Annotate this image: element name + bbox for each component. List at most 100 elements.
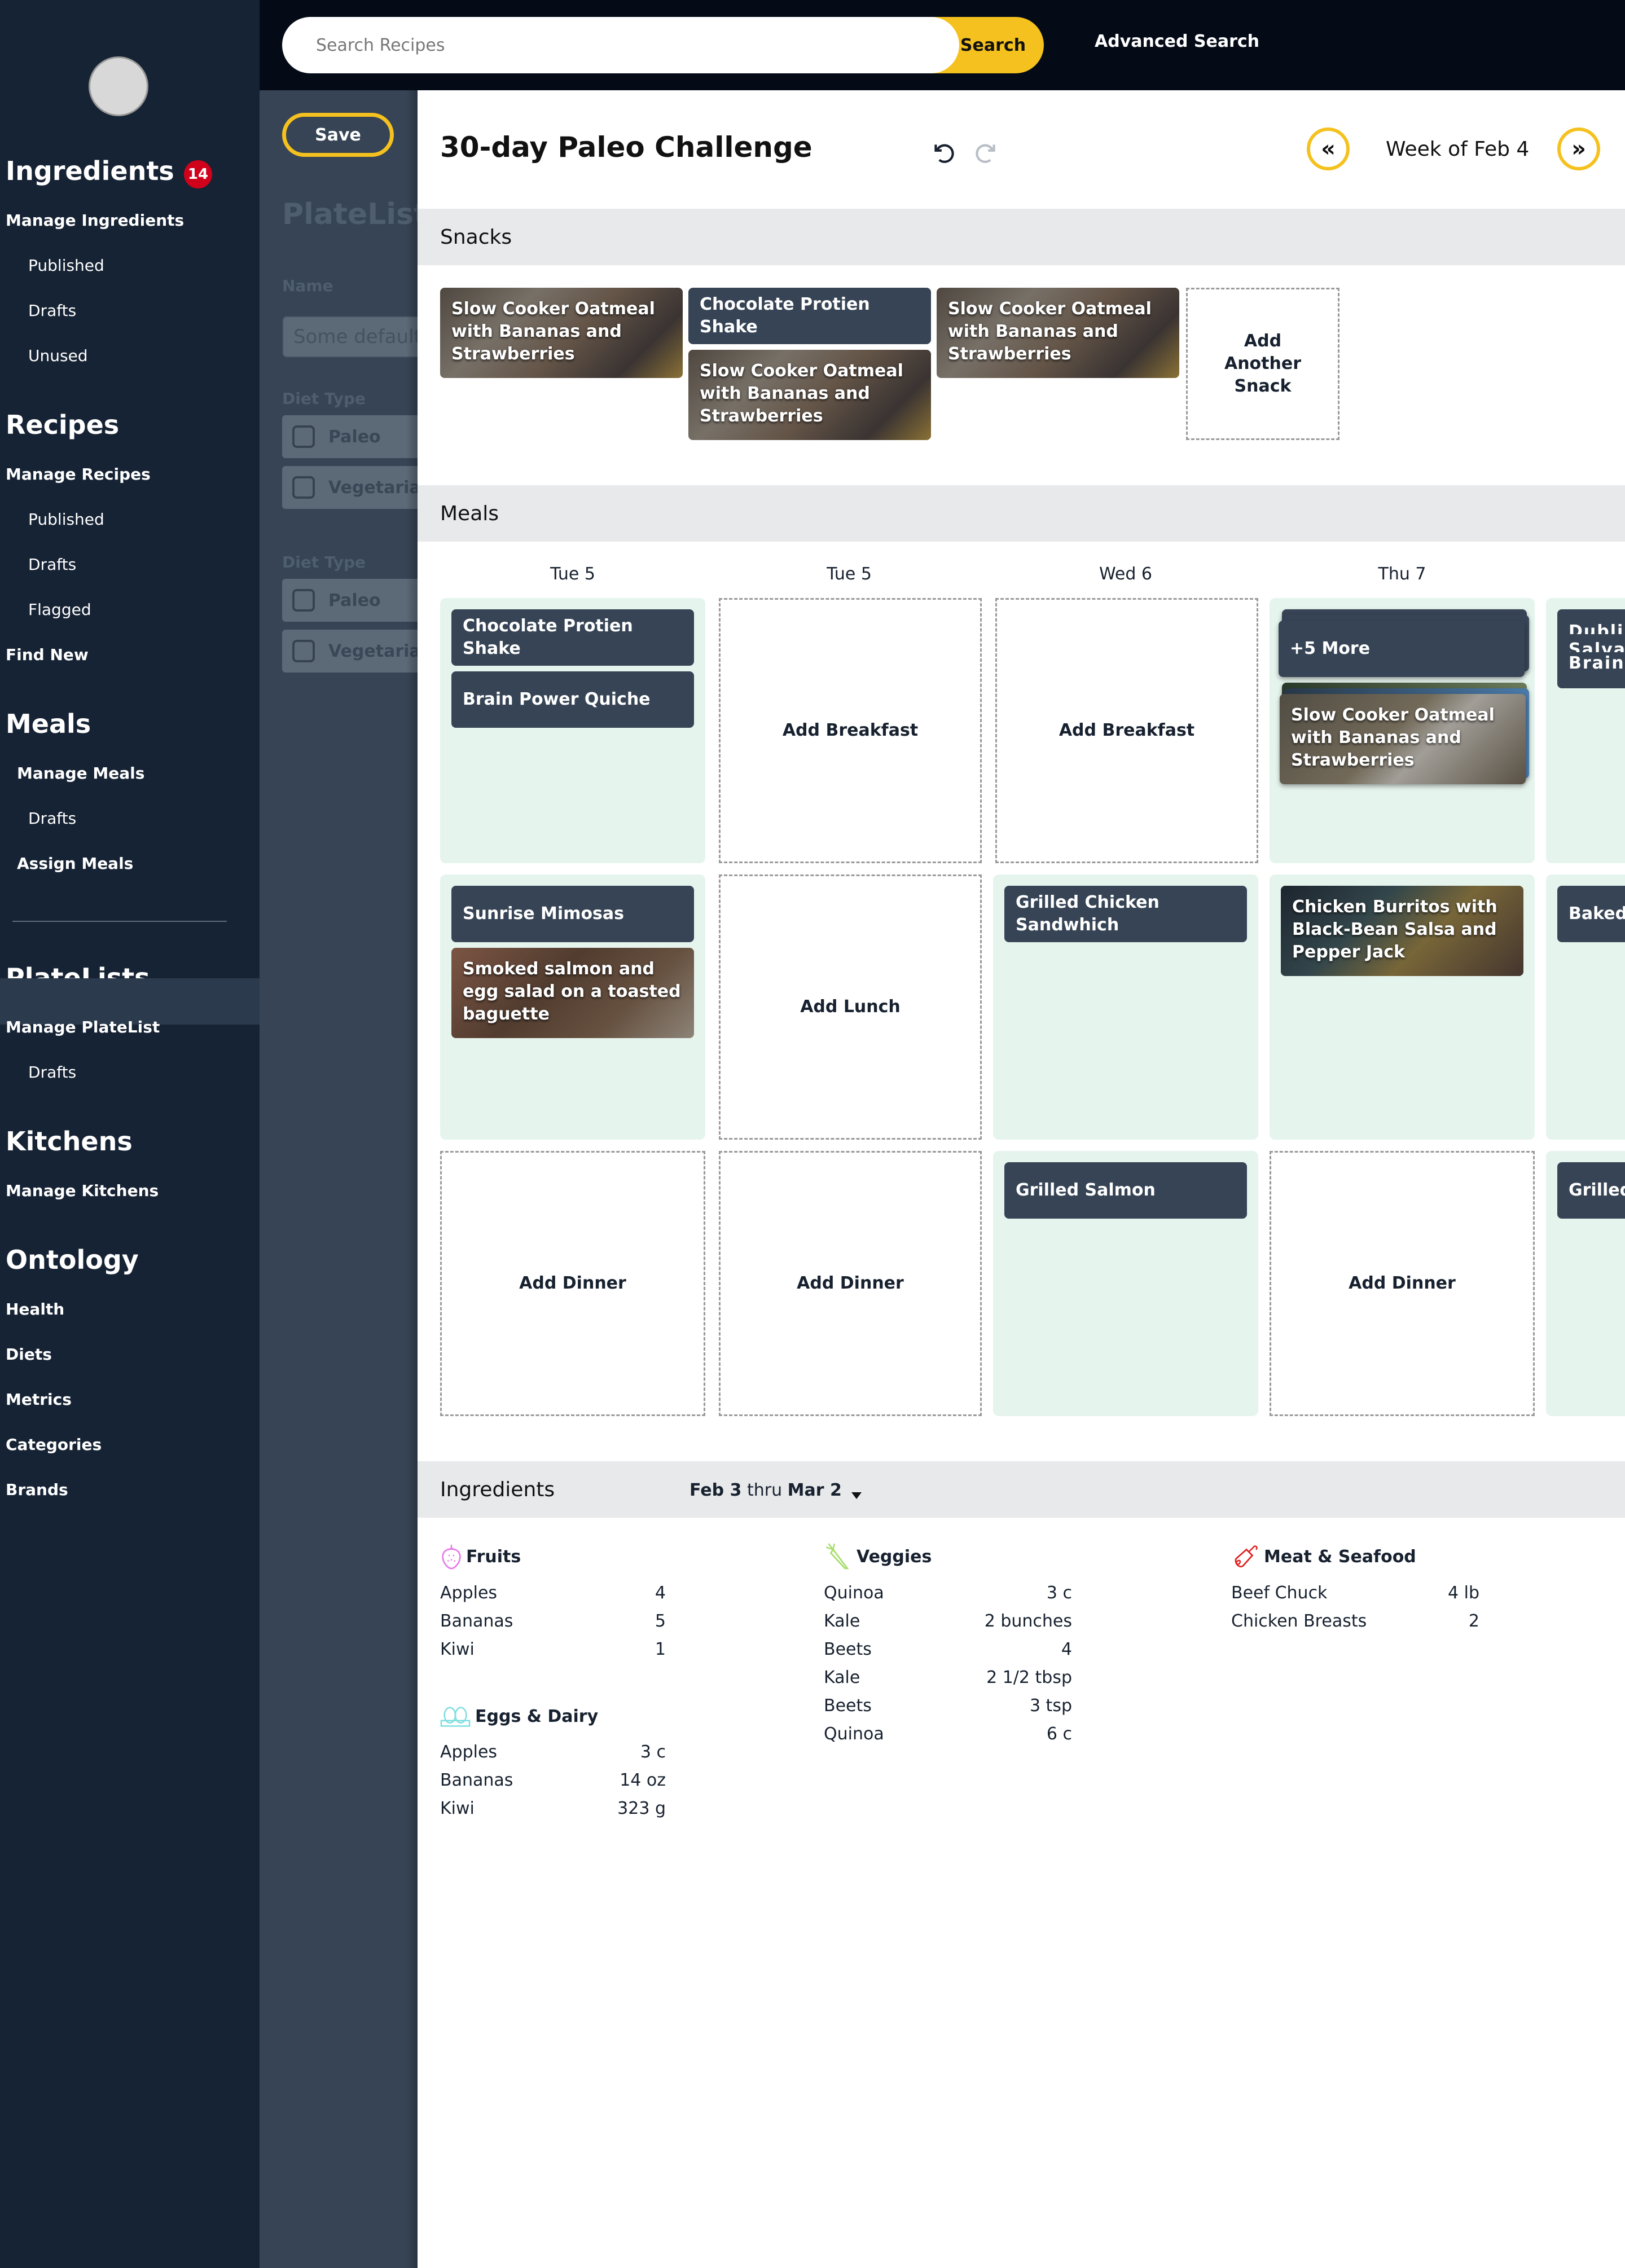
meal-card[interactable]: Dublin Salvador Brain P xyxy=(1557,609,1625,688)
diet-checkbox-paleo[interactable]: Paleo xyxy=(282,415,418,458)
sidebar-item-health[interactable]: Health xyxy=(6,1300,64,1318)
checkbox-icon xyxy=(292,425,315,448)
diet-checkbox-paleo-2[interactable]: Paleo xyxy=(282,579,418,622)
lunch-slot[interactable]: Baked I xyxy=(1546,874,1625,1140)
meal-card[interactable]: Slow Cooker Oatmeal with Bananas and Str… xyxy=(1280,694,1526,784)
meal-card[interactable]: Baked I xyxy=(1557,886,1625,942)
breakfast-slot[interactable]: Dublin Salvador Brain P xyxy=(1546,598,1625,863)
diet-checkbox-vegetarian-2[interactable]: Vegetarian xyxy=(282,630,418,673)
lunch-slot[interactable]: Sunrise Mimosas Smoked salmon and egg sa… xyxy=(440,874,705,1140)
sidebar-item-find-new[interactable]: Find New xyxy=(6,645,89,664)
ingredient-row: Chicken Breasts 2 xyxy=(1231,1611,1479,1631)
lunch-slot[interactable]: Chicken Burritos with Black-Bean Salsa a… xyxy=(1270,874,1535,1140)
sidebar-item-manage-ingredients[interactable]: Manage Ingredients xyxy=(6,211,184,230)
sidebar-item-ingredients-published[interactable]: Published xyxy=(28,256,104,275)
undo-icon[interactable] xyxy=(930,140,958,168)
meal-card[interactable]: Sunrise Mimosas xyxy=(451,886,694,942)
snack-card[interactable]: Slow Cooker Oatmeal with Bananas and Str… xyxy=(440,288,683,378)
add-dinner-button[interactable]: Add Dinner xyxy=(440,1151,705,1416)
diet-checkbox-vegetarian[interactable]: Vegetarian xyxy=(282,466,418,509)
main-content: 30-day Paleo Challenge « Week of Feb 4 »… xyxy=(418,90,1625,2268)
search-input[interactable] xyxy=(282,17,959,73)
more-meals-card[interactable]: +5 More xyxy=(1279,621,1525,677)
dinner-slot[interactable]: Grilled Salmon xyxy=(993,1151,1258,1416)
add-dinner-button[interactable]: Add Dinner xyxy=(1270,1151,1535,1416)
sidebar-item-manage-meals[interactable]: Manage Meals xyxy=(17,764,144,783)
ingredient-row: Kiwi 1 xyxy=(440,1640,666,1659)
snack-card[interactable]: Slow Cooker Oatmeal with Bananas and Str… xyxy=(937,288,1179,378)
sidebar-item-metrics[interactable]: Metrics xyxy=(6,1390,72,1409)
sidebar-item-meals-drafts[interactable]: Drafts xyxy=(28,809,76,828)
sidebar-item-recipes-published[interactable]: Published xyxy=(28,510,104,529)
sidebar-item-categories[interactable]: Categories xyxy=(6,1435,102,1454)
drumstick-icon xyxy=(1235,1545,1258,1568)
meal-card[interactable]: Grilled Chicken Sandwhich xyxy=(1004,886,1247,942)
meals-section-header: Meals xyxy=(418,485,1625,542)
day-header: Tue 5 xyxy=(827,564,872,584)
date-range-dropdown[interactable]: Feb 3 thru Mar 2 xyxy=(689,1480,862,1500)
meal-card[interactable]: Grilled Salmon xyxy=(1004,1162,1247,1219)
sidebar-item-platelist-drafts[interactable]: Drafts xyxy=(28,1063,76,1082)
snacks-section-header: Snacks xyxy=(418,209,1625,265)
sidebar-item-ingredients-unused[interactable]: Unused xyxy=(28,346,88,365)
meal-card[interactable]: Chicken Burritos with Black-Bean Salsa a… xyxy=(1281,886,1523,976)
next-week-button[interactable]: » xyxy=(1557,128,1600,170)
sidebar-heading-recipes[interactable]: Recipes xyxy=(6,410,119,440)
add-breakfast-button[interactable]: Add Breakfast xyxy=(995,598,1258,863)
previous-week-button[interactable]: « xyxy=(1307,128,1350,170)
ingredient-group-veggies: Veggies xyxy=(824,1542,932,1571)
breakfast-slot[interactable]: +5 More Slow Cooker Oatmeal with Bananas… xyxy=(1270,598,1535,863)
day-header: Tue 5 xyxy=(550,564,595,584)
caret-down-icon xyxy=(851,1492,862,1499)
sidebar-item-recipes-flagged[interactable]: Flagged xyxy=(28,600,91,619)
sidebar-heading-ontology[interactable]: Ontology xyxy=(6,1245,139,1275)
meal-name-line: Salvador xyxy=(1569,640,1625,652)
redo-icon[interactable] xyxy=(972,140,1000,168)
sidebar-heading-ingredients[interactable]: Ingredients xyxy=(6,156,174,186)
sidebar-heading-meals[interactable]: Meals xyxy=(6,709,91,739)
ingredient-row: Bananas 5 xyxy=(440,1611,666,1631)
meal-card[interactable]: Smoked salmon and egg salad on a toasted… xyxy=(451,948,694,1038)
sidebar-heading-kitchens[interactable]: Kitchens xyxy=(6,1126,133,1157)
meal-card[interactable]: Chocolate Protien Shake xyxy=(451,609,694,666)
sidebar-item-manage-recipes[interactable]: Manage Recipes xyxy=(6,465,151,484)
meal-name-line: Brain P xyxy=(1569,653,1625,673)
ingredient-row: Beef Chuck 4 lb xyxy=(1231,1583,1479,1603)
panel-shadow xyxy=(406,90,418,2268)
sidebar-item-diets[interactable]: Diets xyxy=(6,1345,52,1364)
ingredients-section-header: Ingredients xyxy=(418,1461,1625,1518)
sidebar-item-recipes-drafts[interactable]: Drafts xyxy=(28,555,76,574)
avatar[interactable] xyxy=(89,56,148,116)
ingredient-group-fruits: Fruits xyxy=(440,1542,521,1571)
sidebar-item-manage-kitchens[interactable]: Manage Kitchens xyxy=(6,1181,159,1200)
add-snack-button[interactable]: Add Another Snack xyxy=(1186,288,1339,440)
add-breakfast-button[interactable]: Add Breakfast xyxy=(719,598,982,863)
sidebar-item-manage-platelist[interactable]: Manage PlateList xyxy=(6,1018,160,1036)
snack-card[interactable]: Chocolate Protien Shake xyxy=(688,288,931,344)
ingredient-row: Apples 3 c xyxy=(440,1742,666,1762)
checkbox-label: Vegetarian xyxy=(328,641,418,661)
advanced-search-link[interactable]: Advanced Search xyxy=(1095,32,1259,51)
ingredient-row: Kale 2 bunches xyxy=(824,1611,1072,1631)
snack-card[interactable]: Slow Cooker Oatmeal with Bananas and Str… xyxy=(688,350,931,440)
platelist-form-panel: Save PlateList Name Some default Diet Ty… xyxy=(260,90,418,2268)
save-button[interactable]: Save xyxy=(282,113,394,157)
page-title: 30-day Paleo Challenge xyxy=(440,131,813,164)
top-bar: Search Advanced Search xyxy=(260,0,1625,90)
ingredient-group-meat-seafood: Meat & Seafood xyxy=(1231,1542,1416,1571)
checkbox-icon xyxy=(292,476,315,499)
day-header: Thu 7 xyxy=(1378,564,1426,584)
meal-card[interactable]: Grilled xyxy=(1557,1162,1625,1219)
lunch-slot[interactable]: Grilled Chicken Sandwhich xyxy=(993,874,1258,1140)
meal-card[interactable]: Brain Power Quiche xyxy=(451,671,694,728)
sidebar-item-ingredients-drafts[interactable]: Drafts xyxy=(28,301,76,320)
ingredient-row: Apples 4 xyxy=(440,1583,666,1603)
name-input[interactable]: Some default xyxy=(282,316,418,358)
add-dinner-button[interactable]: Add Dinner xyxy=(719,1151,982,1416)
add-lunch-button[interactable]: Add Lunch xyxy=(719,874,982,1140)
breakfast-slot[interactable]: Chocolate Protien Shake Brain Power Quic… xyxy=(440,598,705,863)
day-header: Wed 6 xyxy=(1099,564,1153,584)
sidebar-item-assign-meals[interactable]: Assign Meals xyxy=(17,854,133,873)
dinner-slot[interactable]: Grilled xyxy=(1546,1151,1625,1416)
sidebar-item-brands[interactable]: Brands xyxy=(6,1480,68,1499)
